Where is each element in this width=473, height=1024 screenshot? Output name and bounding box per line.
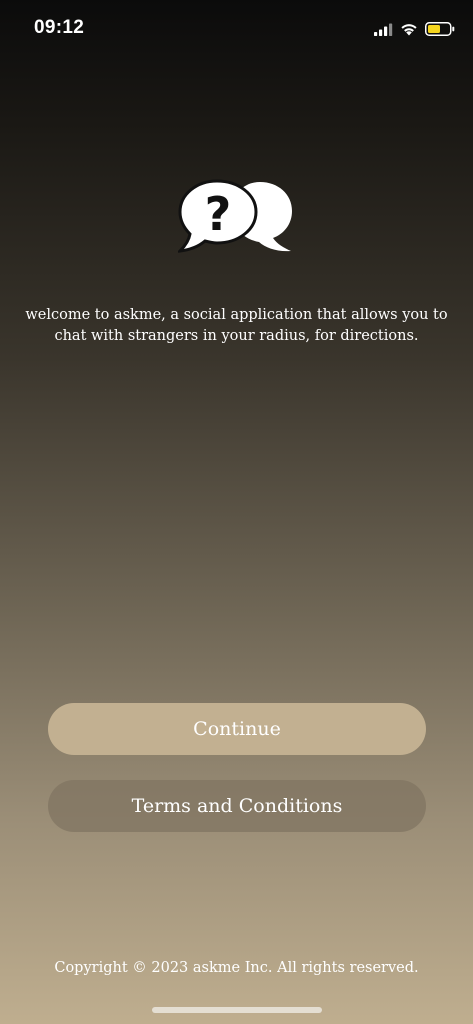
status-bar: 09:12 <box>0 0 473 58</box>
wifi-icon <box>401 23 417 35</box>
question-mark-glyph: ? <box>205 187 232 241</box>
signal-icon <box>374 23 393 36</box>
welcome-text: welcome to askme, a social application t… <box>25 307 448 344</box>
status-icons <box>374 20 455 38</box>
chat-bubbles-question-icon: ? <box>178 179 292 253</box>
terms-and-conditions-button[interactable]: Terms and Conditions <box>48 780 426 832</box>
home-indicator[interactable] <box>152 1007 322 1013</box>
status-time: 09:12 <box>34 17 85 38</box>
battery-icon <box>425 22 455 36</box>
continue-button[interactable]: Continue <box>48 703 426 755</box>
copyright-text: Copyright © 2023 askme Inc. All rights r… <box>54 960 419 976</box>
